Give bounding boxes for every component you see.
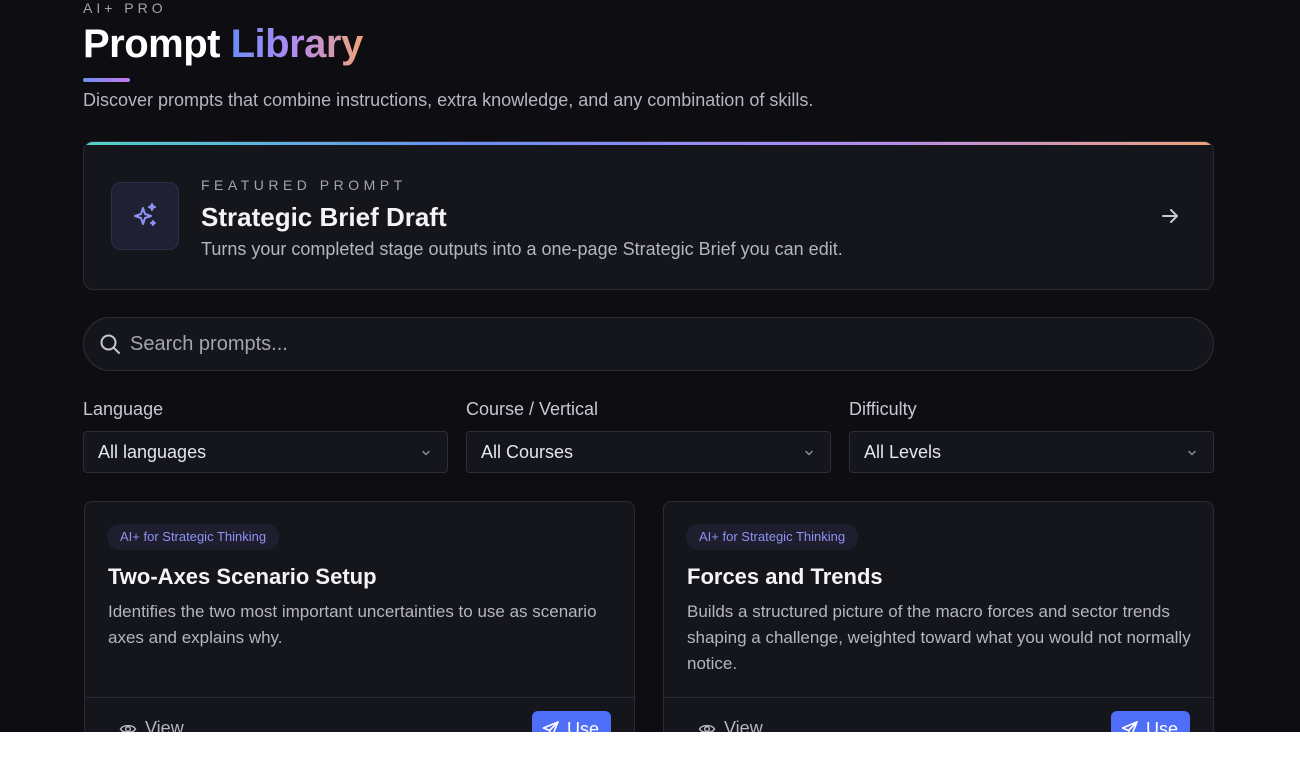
send-icon [542,721,559,732]
language-select[interactable]: All languages [83,431,448,473]
card-divider [664,697,1213,698]
use-button-label: Use [566,718,599,733]
search-input[interactable] [130,318,1190,370]
course-badge: AI+ for Strategic Thinking [107,524,280,550]
page-title: Prompt Library [83,22,363,67]
chevron-down-icon [1188,450,1196,456]
prompt-card-title: Two-Axes Scenario Setup [108,564,377,589]
featured-icon-tile [111,182,179,250]
view-button-label: View [145,718,184,732]
view-button[interactable]: View [119,718,184,732]
filter-label-language: Language [83,399,164,419]
featured-eyebrow: FEATURED PROMPT [201,177,407,193]
filter-label-course: Course / Vertical [466,399,599,419]
card-divider [85,697,634,698]
app-viewport: AI+ PRO Prompt Library Discover prompts … [0,0,1300,732]
course-select[interactable]: All Courses [466,431,831,473]
prompt-card-title: Forces and Trends [687,564,883,589]
course-select-value: All Courses [481,442,574,462]
chevron-down-icon [805,450,813,456]
featured-title: Strategic Brief Draft [201,202,447,232]
language-select-value: All languages [98,442,207,462]
title-underline [83,78,130,82]
eye-icon [698,724,716,732]
difficulty-select[interactable]: All Levels [849,431,1214,473]
prompt-card: AI+ for Strategic Thinking Forces and Tr… [663,501,1214,732]
arrow-right-icon [1162,209,1178,223]
page-title-main: Prompt [83,22,221,66]
use-button[interactable]: Use [1110,711,1190,733]
prompt-card: AI+ for Strategic Thinking Two-Axes Scen… [84,501,635,732]
filter-label-difficulty: Difficulty [849,399,917,419]
search-icon [100,334,120,354]
view-button-label: View [724,718,763,732]
prompt-card-description: Builds a structured picture of the macro… [687,602,1191,673]
view-button[interactable]: View [698,718,763,732]
featured-gradient-bar [84,142,1213,145]
send-icon [1121,721,1138,732]
difficulty-select-value: All Levels [864,442,942,462]
search-bar [83,317,1214,371]
page-title-accent: Library [230,22,364,66]
featured-description: Turns your completed stage outputs into … [201,239,843,259]
prompt-card-description: Identifies the two most important uncert… [108,602,597,647]
featured-open-button[interactable] [1157,203,1183,229]
eye-icon [119,724,137,732]
page-eyebrow: AI+ PRO [83,0,167,16]
course-badge: AI+ for Strategic Thinking [686,524,859,550]
page-subtitle: Discover prompts that combine instructio… [83,90,814,110]
sparkles-icon [134,203,156,226]
chevron-down-icon [422,450,430,456]
use-button[interactable]: Use [531,711,611,733]
use-button-label: Use [1145,718,1178,733]
featured-prompt-card[interactable]: FEATURED PROMPT Strategic Brief Draft Tu… [83,141,1214,290]
